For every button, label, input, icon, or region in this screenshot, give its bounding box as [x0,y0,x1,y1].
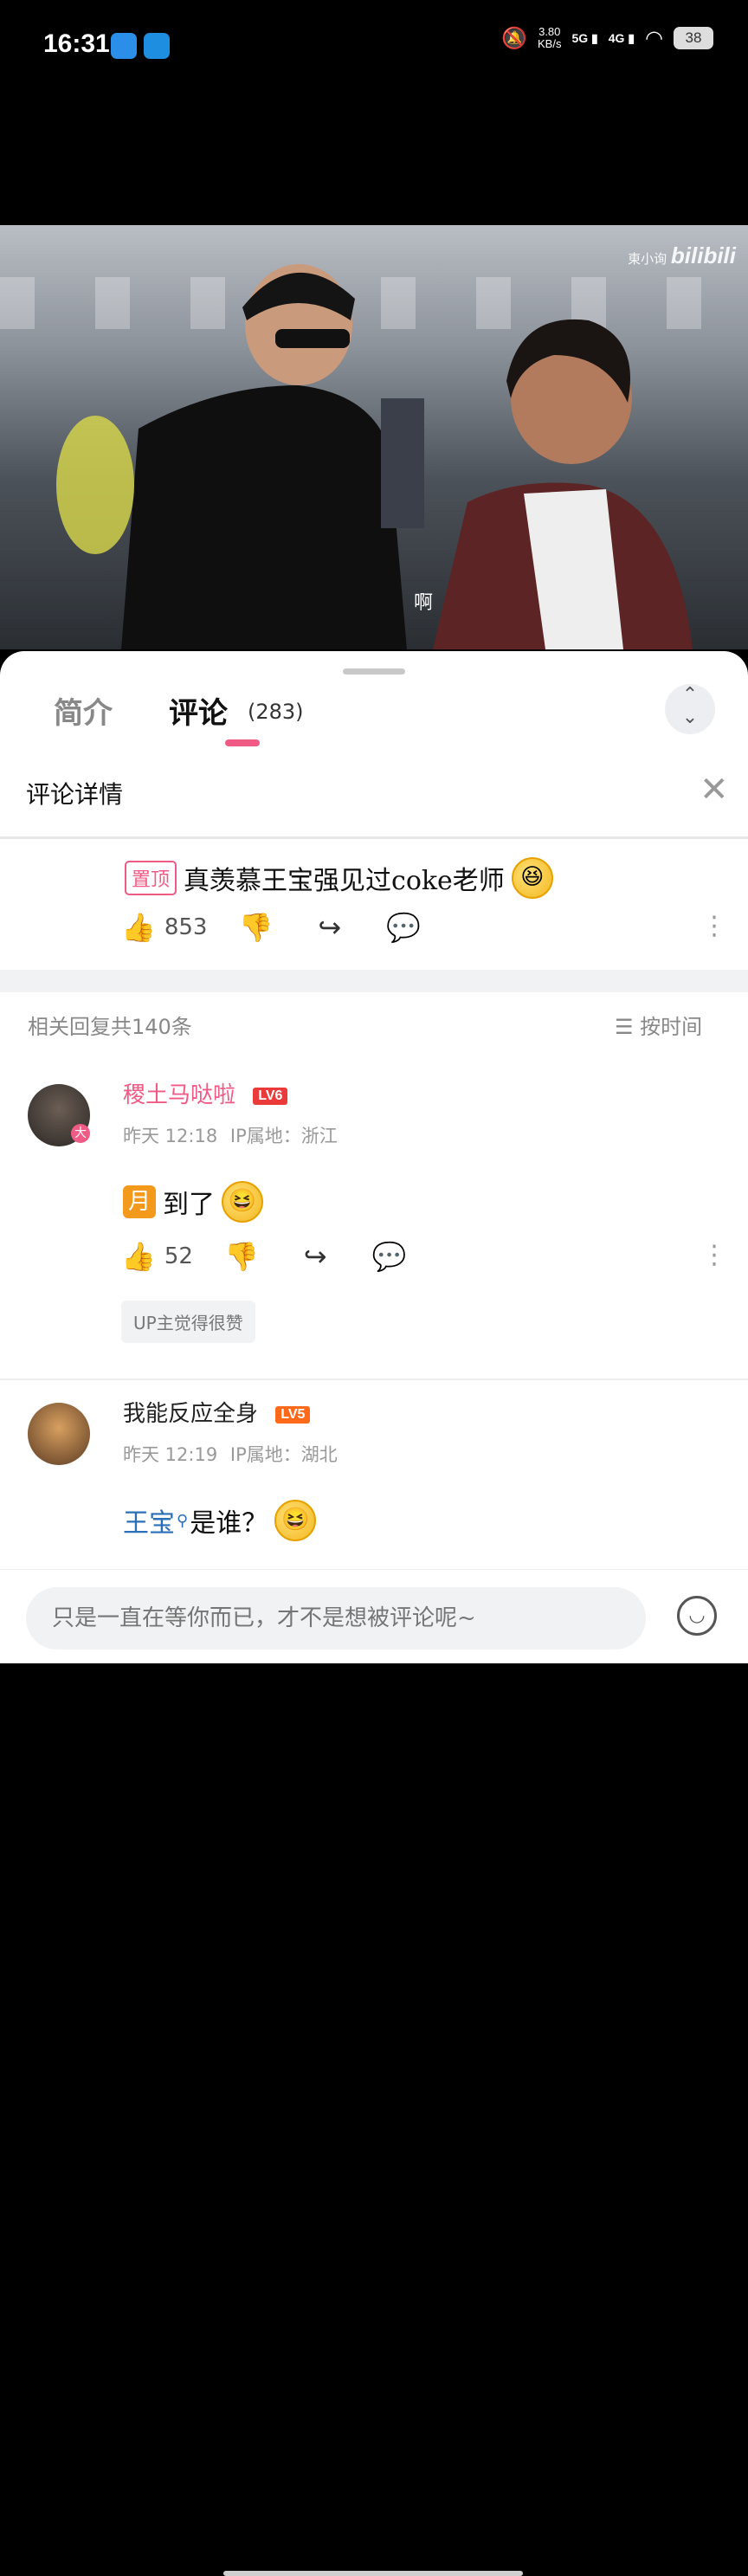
avatar-badge: 大 [71,1124,90,1143]
comment-meta: 昨天 12:18 IP属地：浙江 [123,1126,338,1146]
smiley-icon: ◡ [688,1604,706,1626]
video-watermark: 東小询 bilibili [628,242,736,268]
laughing-emoji-icon: 😆 [274,1500,317,1541]
comment-input-bar: ◡ [0,1569,748,2576]
pinned-actions: 👍 853 👎 ↪ 💬 [121,911,421,944]
more-options-icon[interactable]: ⋮ [701,911,727,941]
mute-icon: 🔕 [501,26,528,50]
dislike-icon[interactable]: 👎 [238,911,273,944]
share-icon[interactable]: ↪ [318,911,341,944]
more-options-icon[interactable]: ⋮ [701,1240,727,1270]
home-indicator[interactable] [223,2571,523,2576]
tab-active-indicator [225,739,260,746]
figure-left-sunglasses [275,329,350,348]
background-person [381,398,424,528]
like-icon[interactable]: 👍 [121,1240,156,1273]
pinned-comment: 置顶 真羡慕王宝强见过coke老师 😆 [125,857,553,899]
level-badge: LV5 [275,1406,311,1424]
comment-text: 月 到了 😆 [123,1181,263,1223]
video-subtitle: 啊 [414,592,434,614]
sort-by-time-button[interactable]: ☰ 按时间 [615,1010,702,1040]
video-player[interactable]: 東小询 bilibili 啊 [0,225,748,649]
clock: 16:31 [43,29,110,58]
divider [0,1378,748,1380]
level-badge: LV6 [253,1088,288,1105]
comment-input[interactable] [26,1587,646,1650]
chevron-up-down-icon: ⌃ ⌄ [681,684,699,728]
username[interactable]: 稷土马哒啦 LV6 [123,1077,288,1109]
username[interactable]: 我能反应全身 LV5 [123,1396,311,1428]
tab-comments[interactable]: 评论 [169,689,228,732]
replies-count-label: 相关回复共140条 [28,1015,192,1039]
comment-sheet: 简介 评论 (283) ⌃ ⌄ 评论详情 ✕ 置顶 真羡慕王宝强见过coke老师 … [0,651,748,2576]
drag-handle[interactable] [343,668,405,675]
laughing-emoji-icon: 😆 [511,857,553,899]
like-count: 52 [164,1243,193,1269]
pinned-comment-text: 真羡慕王宝强见过coke老师 [184,866,505,896]
dislike-icon[interactable]: 👎 [224,1240,259,1273]
moon-emoji-icon: 月 [123,1185,156,1218]
close-icon[interactable]: ✕ [700,772,729,807]
reply-icon[interactable]: 💬 [386,911,421,944]
telegram-icon [111,33,137,59]
tab-intro[interactable]: 简介 [54,689,113,732]
pinned-badge: 置顶 [125,861,177,895]
up-liked-badge: UP主觉得很赞 [121,1301,255,1343]
reply-icon[interactable]: 💬 [372,1240,407,1273]
status-indicators: 🔕 3.80 KB/s 5G ▮ 4G ▮ ◠ 38 [501,26,713,50]
battery-icon: 38 [674,27,713,49]
app-icon [144,33,170,59]
status-bar: 16:31 🔕 3.80 KB/s 5G ▮ 4G ▮ ◠ 38 [0,0,748,225]
like-count: 853 [164,914,208,940]
comment-count: (283) [248,700,304,724]
share-icon[interactable]: ↪ [304,1240,327,1273]
like-icon[interactable]: 👍 [121,911,156,944]
comment-detail-title: 评论详情 [26,780,124,809]
menu-lines-icon: ☰ [615,1015,634,1039]
laughing-emoji-icon: 😆 [222,1181,263,1223]
comment-meta: 昨天 12:19 IP属地：湖北 [123,1444,338,1465]
divider [0,836,748,839]
signal-5g: 5G ▮ [571,30,598,45]
figure-left-body [121,385,407,649]
comment-text: 王宝 ⚲ 是谁？ 😆 [123,1500,317,1541]
emoji-picker-button[interactable]: ◡ [677,1596,717,1636]
comment-actions: 👍 52 👎 ↪ 💬 [121,1240,406,1273]
search-link[interactable]: 王宝 [123,1501,175,1540]
wifi-icon: ◠ [645,26,663,50]
signal-4g: 4G ▮ [608,30,635,45]
background-person-yellow [56,416,134,554]
video-frame-figures [56,264,693,649]
net-speed: 3.80 KB/s [538,25,562,50]
section-gap [0,970,748,992]
expand-collapse-button[interactable]: ⌃ ⌄ [665,684,715,734]
avatar[interactable] [28,1403,90,1465]
search-icon: ⚲ [177,1511,189,1530]
